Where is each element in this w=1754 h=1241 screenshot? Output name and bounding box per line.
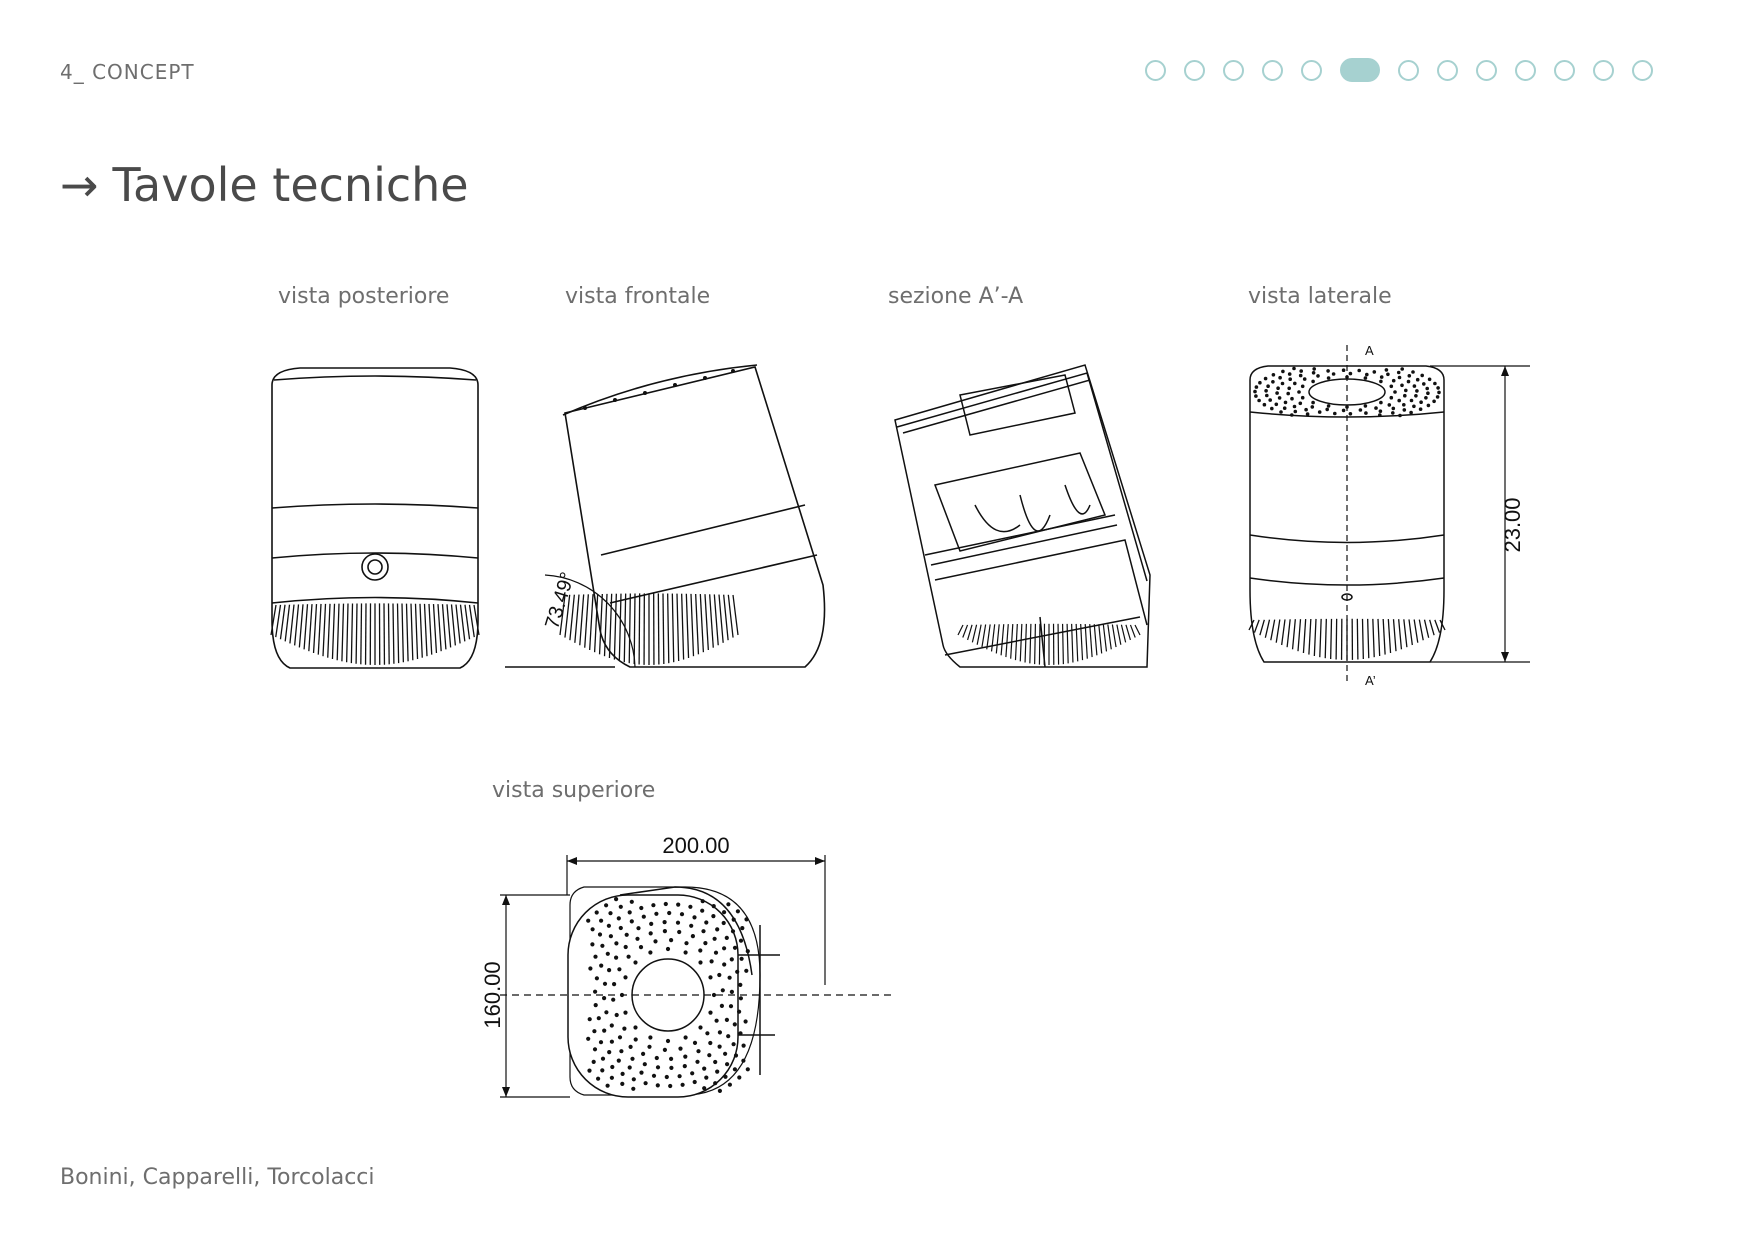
view-label-sezione: sezione A’-A (888, 284, 1024, 309)
page-dot[interactable] (1515, 59, 1536, 81)
section-label: 4_ CONCEPT (60, 60, 195, 84)
arrow-right-icon: → (60, 158, 99, 212)
section-marker-a-prime: A’ (1365, 673, 1376, 688)
page-dot[interactable] (1593, 59, 1614, 81)
page-dot[interactable] (1223, 59, 1244, 81)
page-dot[interactable] (1554, 59, 1575, 81)
section-marker-a: A (1365, 343, 1374, 358)
view-label-laterale: vista laterale (1248, 284, 1392, 309)
dimension-height: 23.00 (1500, 497, 1525, 552)
footer-authors: Bonini, Capparelli, Torcolacci (60, 1165, 375, 1190)
page-dot-active[interactable] (1340, 58, 1380, 82)
drawing-section-view (894, 364, 1151, 668)
drawing-rear-view (270, 367, 480, 669)
view-label-frontale: vista frontale (565, 284, 711, 309)
drawing-front-view: 73.49° (505, 364, 826, 668)
view-label-posteriore: vista posteriore (278, 284, 450, 309)
page-title: → Tavole tecniche (60, 158, 469, 212)
page-dot[interactable] (1184, 59, 1205, 81)
drawing-top-view: 200.00 160.00 (480, 833, 895, 1098)
page-dot[interactable] (1262, 59, 1283, 81)
page-dot[interactable] (1437, 59, 1458, 81)
page-dot[interactable] (1301, 59, 1322, 81)
dimension-width: 200.00 (662, 833, 729, 858)
page-dot[interactable] (1476, 59, 1497, 81)
view-label-superiore: vista superiore (492, 778, 656, 803)
page-indicator (1145, 58, 1653, 82)
dimension-depth: 160.00 (480, 961, 505, 1028)
drawing-side-view: A A’ 23.00 (1248, 343, 1530, 688)
page-dot[interactable] (1398, 59, 1419, 81)
page-dot[interactable] (1145, 59, 1166, 81)
page-title-text: Tavole tecniche (112, 158, 469, 212)
page-dot[interactable] (1632, 59, 1653, 81)
